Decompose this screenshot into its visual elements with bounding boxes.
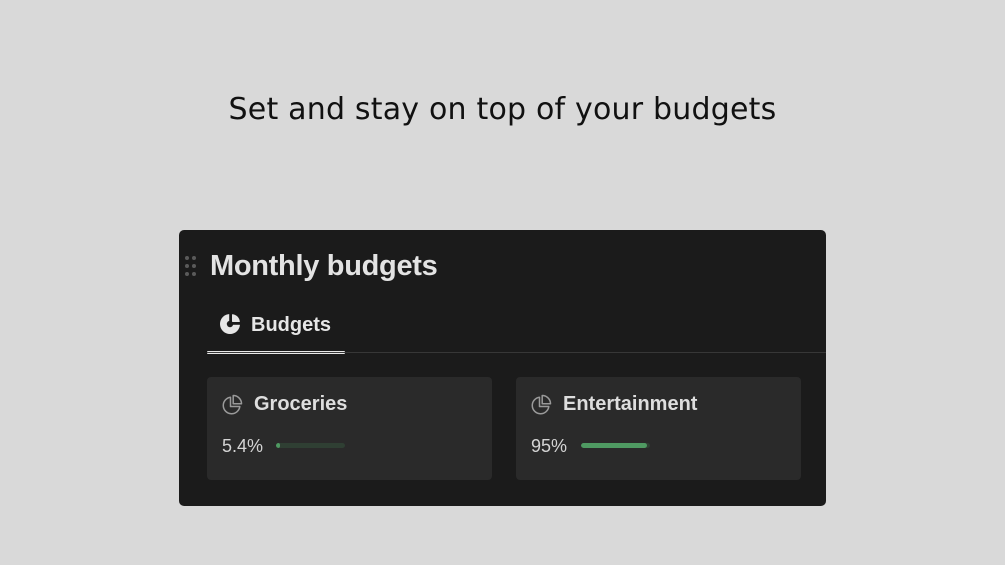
- budget-progress-fill: [581, 443, 647, 448]
- budget-progress-fill: [276, 443, 280, 448]
- notion-panel: Monthly budgets Budgets Groceries 5.4% E…: [179, 230, 826, 506]
- page-title: Monthly budgets: [210, 250, 438, 282]
- marketing-headline: Set and stay on top of your budgets: [228, 92, 777, 127]
- budget-name: Groceries: [254, 393, 348, 415]
- budget-percent: 95%: [531, 436, 568, 456]
- budget-percent: 5.4%: [222, 436, 264, 456]
- pie-chart-outline-icon: [531, 394, 552, 415]
- budget-name: Entertainment: [563, 393, 698, 415]
- budget-card-groceries[interactable]: Groceries 5.4%: [207, 377, 492, 480]
- tab-label: Budgets: [251, 314, 331, 336]
- budget-progress-bar: [581, 443, 650, 448]
- drag-handle-icon[interactable]: [184, 256, 198, 278]
- tab-budgets[interactable]: Budgets: [207, 302, 345, 354]
- budget-card-entertainment[interactable]: Entertainment 95%: [516, 377, 801, 480]
- budget-progress-bar: [276, 443, 345, 448]
- tab-divider: [207, 352, 826, 353]
- pie-chart-outline-icon: [222, 394, 243, 415]
- pie-chart-icon: [220, 314, 240, 334]
